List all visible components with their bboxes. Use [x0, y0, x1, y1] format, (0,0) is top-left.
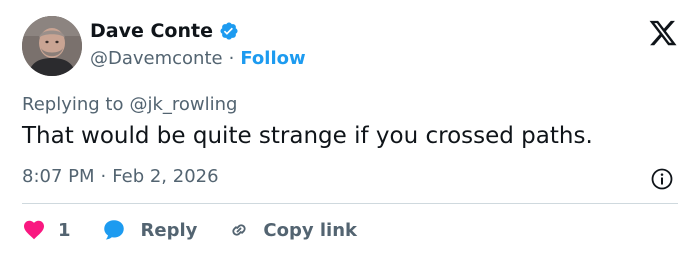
follow-button[interactable]: Follow	[240, 48, 305, 69]
reply-label: Reply	[140, 219, 198, 241]
tweet-time: 8:07 PM	[22, 166, 95, 187]
tweet-date: Feb 2, 2026	[112, 166, 219, 187]
replying-to: Replying to @jk_rowling	[22, 94, 237, 115]
copy-link-label: Copy link	[263, 219, 357, 241]
verified-badge-icon	[219, 21, 239, 41]
copy-link-button[interactable]: Copy link	[227, 218, 357, 242]
author-name-row: Dave Conte	[90, 20, 239, 42]
like-button[interactable]: 1	[22, 218, 71, 242]
reply-button[interactable]: Reply	[101, 217, 198, 243]
author-name[interactable]: Dave Conte	[90, 20, 213, 42]
separator: ·	[228, 48, 235, 69]
heart-icon	[22, 218, 46, 242]
action-bar: 1 Reply Copy link	[22, 214, 357, 246]
mention-link[interactable]: @jk_rowling	[129, 94, 237, 115]
tweet-text: That would be quite strange if you cross…	[22, 123, 593, 149]
avatar[interactable]	[22, 16, 82, 76]
handle-row: @Davemconte · Follow	[90, 48, 306, 69]
speech-bubble-icon	[101, 217, 127, 243]
separator: ·	[100, 166, 107, 187]
x-logo-icon[interactable]	[648, 18, 678, 48]
replying-to-label: Replying to	[22, 94, 124, 115]
like-count: 1	[58, 219, 71, 241]
author-handle[interactable]: @Davemconte	[90, 48, 223, 69]
tweet-embed-card: Dave Conte @Davemconte · Follow Replying…	[0, 0, 700, 256]
tweet-timestamp[interactable]: 8:07 PM · Feb 2, 2026	[22, 166, 219, 187]
info-icon[interactable]	[650, 167, 674, 191]
divider	[22, 203, 678, 204]
link-icon	[227, 218, 251, 242]
